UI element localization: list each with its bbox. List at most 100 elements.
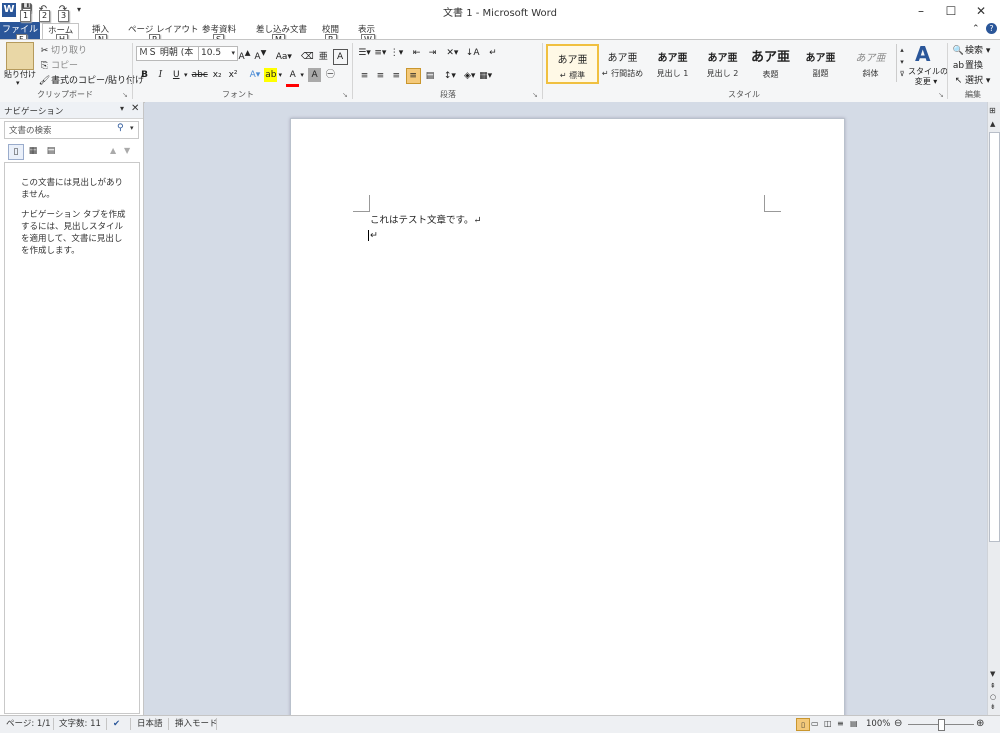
style-emphasis[interactable]: あア亜 斜体 [846, 44, 895, 80]
text-cursor[interactable]: ↵ [368, 230, 378, 241]
enclose-characters-icon[interactable]: ㊀ [324, 68, 337, 82]
font-color-icon[interactable]: A [286, 70, 300, 87]
search-icon[interactable]: ⚲ [117, 123, 124, 133]
search-dropdown-icon[interactable]: ▾ [130, 124, 134, 132]
align-center-icon[interactable]: ≡ [374, 69, 387, 83]
phonetic-guide-icon[interactable]: 亜 [317, 50, 330, 64]
underline-icon[interactable]: U [170, 68, 183, 82]
font-size-combo[interactable]: 10.5 ▾ [198, 46, 238, 61]
minimize-ribbon-icon[interactable]: ⌃ [972, 24, 980, 34]
distributed-icon[interactable]: ▤ [424, 69, 437, 83]
previous-icon[interactable]: ▲ [110, 146, 116, 155]
paste-button[interactable]: 貼り付け [4, 69, 36, 80]
line-spacing-icon[interactable]: ↕▾ [443, 69, 456, 83]
paste-icon[interactable] [6, 42, 34, 70]
clipboard-launcher-icon[interactable]: ↘ [122, 91, 128, 99]
status-word-count[interactable]: 文字数: 11 [59, 718, 101, 730]
copy-button[interactable]: ⎘ コピー [38, 58, 78, 73]
clear-formatting-icon[interactable]: ⌫ [301, 50, 314, 64]
cut-button[interactable]: ✂ 切り取り [38, 43, 87, 58]
browse-object-icon[interactable]: ○ [990, 693, 996, 701]
status-insert-mode[interactable]: 挿入モード [175, 718, 218, 730]
highlight-icon[interactable]: ab [264, 68, 278, 82]
styles-launcher-icon[interactable]: ↘ [938, 91, 944, 99]
nav-options-icon[interactable]: ▾ [120, 104, 124, 113]
status-language[interactable]: 日本語 [137, 718, 163, 730]
numbering-icon[interactable]: ≡▾ [374, 46, 387, 60]
nav-close-icon[interactable]: ✕ [131, 103, 139, 114]
maximize-button[interactable]: ☐ [936, 0, 966, 22]
sort-icon[interactable]: ↓A [466, 46, 480, 60]
zoom-in-icon[interactable]: ⊕ [976, 718, 984, 729]
align-right-icon[interactable]: ≡ [390, 69, 403, 83]
proofing-icon[interactable]: ✔ [113, 718, 120, 730]
scroll-up-icon[interactable]: ▲ [990, 120, 995, 128]
align-left-icon[interactable]: ≡ [358, 69, 371, 83]
font-launcher-icon[interactable]: ↘ [342, 91, 348, 99]
bullets-icon[interactable]: ☰▾ [358, 46, 371, 60]
scroll-down-icon[interactable]: ▼ [990, 670, 995, 678]
font-name-combo[interactable]: ＭＳ 明朝 (本 [136, 46, 200, 61]
vertical-scrollbar[interactable]: ⊞ ▲ ▼ ⇞ ○ ⇟ [987, 102, 1000, 715]
bold-icon[interactable]: B [138, 68, 151, 82]
close-button[interactable]: ✕ [966, 0, 996, 22]
character-border-icon[interactable]: A [332, 49, 348, 65]
next-page-icon[interactable]: ⇟ [990, 703, 996, 711]
zoom-out-icon[interactable]: ⊖ [894, 718, 902, 729]
select-button[interactable]: ↖ 選択 ▾ [952, 73, 991, 88]
italic-icon[interactable]: I [154, 68, 167, 82]
pages-tab-icon[interactable]: ▦ [26, 144, 40, 158]
font-color-dropdown-icon[interactable]: ▾ [299, 68, 305, 82]
subscript-icon[interactable]: x₂ [211, 68, 224, 82]
minimize-button[interactable]: – [906, 0, 936, 22]
paste-dropdown-icon[interactable]: ▾ [16, 79, 20, 87]
print-layout-view-icon[interactable]: ▯ [796, 718, 810, 731]
grow-font-icon[interactable]: A▲ [238, 46, 251, 62]
shrink-font-icon[interactable]: A▼ [254, 46, 267, 62]
style-heading-2[interactable]: あア亜 見出し 2 [698, 44, 747, 80]
show-marks-icon[interactable]: ↵ [486, 46, 499, 60]
style-title[interactable]: あア亜 表題 [746, 44, 795, 80]
results-tab-icon[interactable]: ▤ [44, 144, 58, 158]
scroll-thumb[interactable] [989, 132, 1000, 542]
zoom-slider-thumb[interactable] [938, 719, 945, 731]
nav-search-input[interactable]: 文書の検索 ⚲ ▾ [4, 121, 139, 139]
increase-indent-icon[interactable]: ⇥ [426, 46, 439, 60]
decrease-indent-icon[interactable]: ⇤ [410, 46, 423, 60]
superscript-icon[interactable]: x² [227, 68, 240, 82]
style-subtitle[interactable]: あア亜 副題 [796, 44, 845, 80]
find-button[interactable]: 🔍検索 ▾ [952, 43, 991, 58]
character-shading-icon[interactable]: A [308, 68, 322, 82]
status-page[interactable]: ページ: 1/1 [6, 718, 51, 730]
borders-icon[interactable]: ▦▾ [479, 69, 492, 83]
style-no-spacing[interactable]: あア亜 ↵ 行間詰め [598, 44, 647, 80]
draft-view-icon[interactable]: ▤ [850, 718, 858, 730]
paragraph-launcher-icon[interactable]: ↘ [532, 91, 538, 99]
full-screen-reading-icon[interactable]: ▭ [811, 718, 819, 730]
asian-layout-icon[interactable]: ✕▾ [446, 46, 459, 60]
text-effects-icon[interactable]: A▾ [248, 68, 261, 82]
underline-dropdown-icon[interactable]: ▾ [183, 68, 189, 82]
previous-page-icon[interactable]: ⇞ [990, 682, 996, 690]
headings-tab-icon[interactable]: ▯ [8, 144, 24, 160]
outline-view-icon[interactable]: ≡ [837, 718, 844, 730]
format-painter-button[interactable]: 🖌書式のコピー/貼り付け [38, 73, 144, 88]
help-icon[interactable]: ? [986, 23, 997, 34]
justify-icon[interactable]: ≡ [405, 68, 421, 84]
styles-gallery-scroll[interactable]: ▴ ▾ ⊽ [896, 44, 907, 82]
document-text-line[interactable]: これはテスト文章です。↵ [370, 212, 482, 226]
shading-icon[interactable]: ◈▾ [463, 69, 476, 83]
ruler-toggle-icon[interactable]: ⊞ [989, 106, 996, 115]
change-styles-icon[interactable]: A [915, 42, 930, 66]
tab-page-layout[interactable]: ページ レイアウト [123, 23, 204, 39]
style-standard[interactable]: あア亜 ↵ 標準 [546, 44, 599, 84]
strikethrough-icon[interactable]: abc [192, 68, 208, 82]
replace-button[interactable]: ab置換 [952, 58, 983, 73]
highlight-dropdown-icon[interactable]: ▾ [277, 68, 283, 82]
zoom-level[interactable]: 100% [866, 718, 890, 730]
change-case-icon[interactable]: Aa▾ [276, 50, 292, 64]
document-page[interactable]: これはテスト文章です。↵ ↵ [290, 118, 845, 720]
web-layout-icon[interactable]: ◫ [824, 718, 832, 730]
next-icon[interactable]: ▼ [124, 146, 130, 155]
change-styles-button[interactable]: スタイルの 変更 ▾ [908, 67, 948, 87]
